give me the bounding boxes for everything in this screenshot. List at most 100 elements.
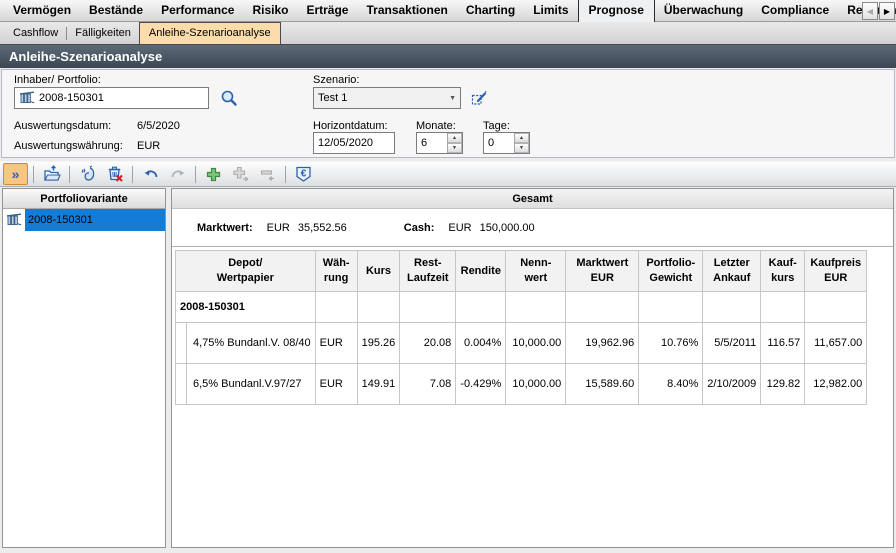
arrow-up-icon: ▲: [452, 135, 457, 141]
tab-ertraege[interactable]: Erträge: [297, 0, 357, 21]
redo-icon: [169, 165, 187, 183]
table-row[interactable]: 6,5% Bundanl.V.97/27 EUR 149.91 7.08 -0.…: [176, 364, 867, 405]
cell-kaufkurs: 129.82: [761, 364, 805, 405]
toolbar-separator: [33, 166, 34, 183]
column-header-portfolio-gewicht[interactable]: Portfolio- Gewicht: [639, 251, 703, 292]
result-panel: Gesamt Marktwert: EUR 35,552.56 Cash: EU…: [171, 188, 894, 548]
horizontdatum-input[interactable]: 12/05/2020: [313, 132, 395, 154]
cell-nennwert: 10,000.00: [506, 323, 566, 364]
arrow-up-icon: ▲: [519, 135, 524, 141]
remove-variant-icon: [259, 165, 277, 183]
recalculate-icon: [79, 165, 97, 183]
add-variant-button[interactable]: [228, 163, 253, 185]
cell-kaufpreis: 12,982.00: [805, 364, 867, 405]
open-button[interactable]: [39, 163, 64, 185]
tab-compliance[interactable]: Compliance: [752, 0, 838, 21]
cash-label: Cash:: [404, 222, 435, 234]
cell-waehrung: EUR: [315, 364, 357, 405]
spin-down-button[interactable]: ▼: [515, 143, 529, 153]
auswertungsdatum-value: 6/5/2020: [137, 120, 180, 132]
tab-risiko[interactable]: Risiko: [243, 0, 297, 21]
table-row[interactable]: 4,75% Bundanl.V. 08/40 EUR 195.26 20.08 …: [176, 323, 867, 364]
cell-rendite: 0.004%: [456, 323, 506, 364]
tab-limits[interactable]: Limits: [524, 0, 577, 21]
portfolio-variant-item-selected[interactable]: 2008-150301: [3, 209, 165, 231]
spin-up-button[interactable]: ▲: [515, 133, 529, 143]
tab-bestaende[interactable]: Bestände: [80, 0, 152, 21]
remove-variant-button[interactable]: [255, 163, 280, 185]
toolbar: »: [0, 161, 896, 187]
column-header-kurs[interactable]: Kurs: [357, 251, 400, 292]
delete-button[interactable]: [102, 163, 127, 185]
sub-tab-bar: Cashflow Fälligkeiten Anleihe-Szenarioan…: [0, 22, 896, 45]
delete-icon: [106, 165, 124, 183]
column-header-kaufkurs[interactable]: Kauf- kurs: [761, 251, 805, 292]
security-name: 4,75% Bundanl.V. 08/40: [193, 337, 311, 349]
euro-icon: €: [294, 165, 313, 183]
monate-spin-buttons: ▲ ▼: [447, 133, 462, 153]
column-header-waehrung[interactable]: Wäh- rung: [315, 251, 357, 292]
horizontdatum-label: Horizontdatum:: [313, 120, 388, 132]
tab-anleihe-szenarioanalyse-active[interactable]: Anleihe-Szenarioanalyse: [139, 22, 281, 44]
edit-scenario-button[interactable]: [468, 87, 490, 109]
tab-charting[interactable]: Charting: [457, 0, 524, 21]
cash-currency: EUR: [448, 222, 471, 234]
positions-table: Depot/ Wertpapier Wäh- rung Kurs Rest- L…: [175, 250, 867, 405]
tage-stepper[interactable]: 0 ▲ ▼: [483, 132, 530, 154]
undo-button[interactable]: [138, 163, 163, 185]
gesamt-header: Gesamt: [172, 189, 893, 209]
column-header-restlaufzeit[interactable]: Rest- Laufzeit: [400, 251, 456, 292]
cell-marktwert: 15,589.60: [566, 364, 639, 405]
security-name: 6,5% Bundanl.V.97/27: [193, 378, 301, 390]
spin-up-button[interactable]: ▲: [448, 133, 462, 143]
arrow-down-icon: ▼: [452, 145, 457, 151]
portfolio-variant-header-label: Portfoliovariante: [40, 193, 127, 205]
tage-value: 0: [488, 137, 494, 149]
redo-button[interactable]: [165, 163, 190, 185]
portfolio-icon: [19, 91, 35, 105]
tab-scroll-right-button[interactable]: ▶: [879, 2, 895, 20]
expand-panel-button[interactable]: »: [3, 163, 28, 185]
cell-kaufkurs: 116.57: [761, 323, 805, 364]
currency-button[interactable]: €: [291, 163, 316, 185]
tab-transaktionen[interactable]: Transaktionen: [357, 0, 456, 21]
tab-vermoegen[interactable]: Vermögen: [4, 0, 80, 21]
toolbar-separator: [69, 166, 70, 183]
column-header-depot-wertpapier[interactable]: Depot/ Wertpapier: [176, 251, 316, 292]
szenario-select[interactable]: Test 1 ▼: [313, 87, 461, 109]
page-title-bar: Anleihe-Szenarioanalyse: [0, 45, 896, 68]
add-icon: [205, 166, 222, 183]
tage-spin-buttons: ▲ ▼: [514, 133, 529, 153]
cell-letzter-ankauf: 5/5/2011: [703, 323, 761, 364]
inhaber-portfolio-input[interactable]: 2008-150301: [14, 87, 209, 109]
table-group-row[interactable]: 2008-150301: [176, 292, 867, 323]
tab-ueberwachung[interactable]: Überwachung: [655, 0, 752, 21]
column-header-rendite[interactable]: Rendite: [456, 251, 506, 292]
column-header-kaufpreis-eur[interactable]: Kaufpreis EUR: [805, 251, 867, 292]
column-header-letzter-ankauf[interactable]: Letzter Ankauf: [703, 251, 761, 292]
column-header-nennwert[interactable]: Nenn- wert: [506, 251, 566, 292]
tab-prognose-active[interactable]: Prognose: [578, 0, 655, 22]
chevron-left-icon: ◀: [867, 7, 873, 16]
cell-rendite: -0.429%: [456, 364, 506, 405]
undo-icon: [142, 165, 160, 183]
tab-scroll-left-button[interactable]: ◀: [862, 2, 878, 20]
column-header-marktwert-eur[interactable]: Marktwert EUR: [566, 251, 639, 292]
add-button[interactable]: [201, 163, 226, 185]
tab-performance[interactable]: Performance: [152, 0, 243, 21]
tab-faelligkeiten[interactable]: Fälligkeiten: [67, 23, 139, 44]
monate-value: 6: [421, 137, 427, 149]
recalculate-button[interactable]: [75, 163, 100, 185]
spin-down-button[interactable]: ▼: [448, 143, 462, 153]
double-chevron-right-icon: »: [12, 167, 20, 181]
horizontdatum-value: 12/05/2020: [318, 137, 373, 149]
cell-kaufpreis: 11,657.00: [805, 323, 867, 364]
search-button[interactable]: [218, 87, 240, 109]
main-tab-bar: Vermögen Bestände Performance Risiko Ert…: [0, 0, 896, 22]
monate-stepper[interactable]: 6 ▲ ▼: [416, 132, 463, 154]
portfolio-variant-header: Portfoliovariante: [3, 189, 165, 209]
tab-cashflow[interactable]: Cashflow: [5, 23, 66, 44]
portfolio-variant-panel: Portfoliovariante 2008-150301: [2, 188, 166, 548]
marktwert-label: Marktwert:: [197, 222, 253, 234]
open-icon: [43, 165, 61, 183]
